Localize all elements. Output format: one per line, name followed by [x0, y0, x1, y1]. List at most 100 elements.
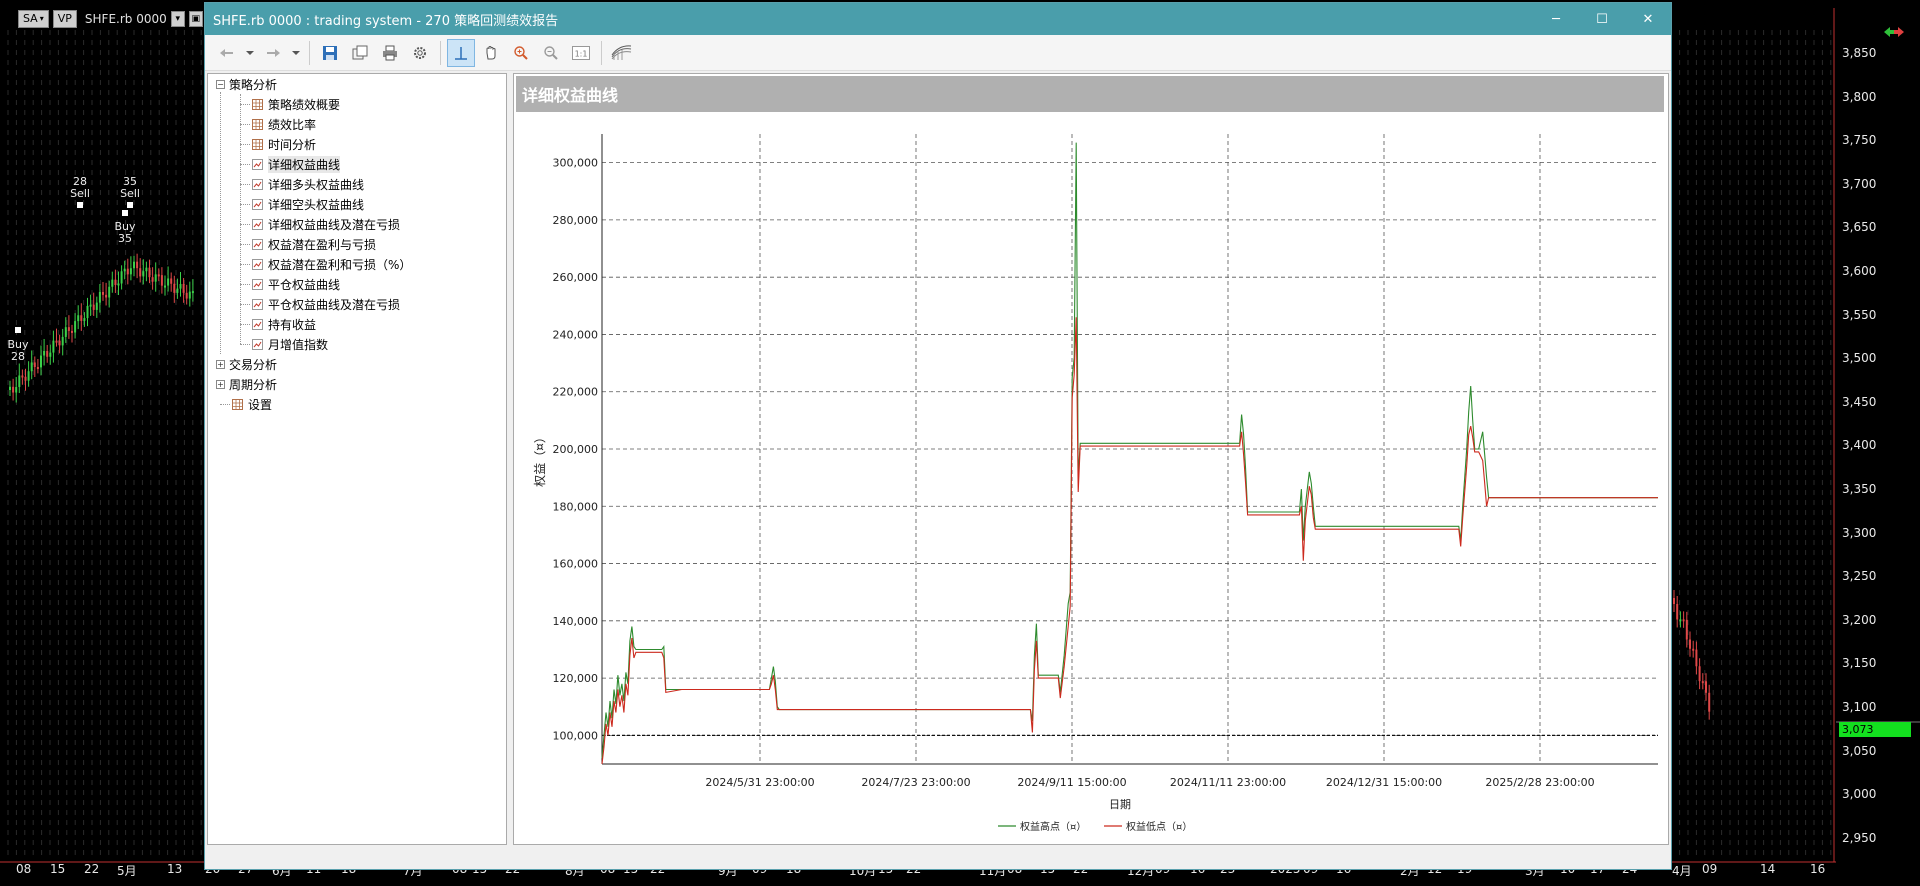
y-tick-label: 220,000	[553, 386, 599, 399]
candle-body	[1695, 649, 1698, 667]
candle-body	[1673, 598, 1675, 604]
indicator-badge-vp[interactable]: VP	[52, 10, 77, 28]
expand-icon[interactable]: +	[216, 379, 225, 389]
forward-icon[interactable]	[259, 39, 287, 67]
candle-body	[170, 278, 173, 284]
candle-body	[117, 283, 120, 286]
candle-body	[142, 271, 145, 277]
frame-icon[interactable]: ▣	[188, 11, 203, 27]
candle-body	[136, 261, 139, 269]
tree-connector	[240, 324, 250, 325]
candle-body	[1698, 666, 1701, 682]
close-button[interactable]: ✕	[1625, 3, 1671, 35]
equity-curve-chart[interactable]: 100,000 120,000 140,000 160,000 180,000 200,0…	[514, 114, 1666, 842]
actual-size-icon[interactable]: 1:1	[567, 39, 595, 67]
arrows-icon[interactable]	[1882, 24, 1906, 40]
maximize-button[interactable]: ☐	[1579, 3, 1625, 35]
settings-gear-icon[interactable]	[406, 39, 434, 67]
copy-icon[interactable]	[346, 39, 374, 67]
tree-item[interactable]: 详细空头权益曲线	[252, 194, 364, 214]
tree-item[interactable]: 平仓权益曲线	[252, 274, 340, 294]
tree-node-trade-analysis[interactable]: + 交易分析	[216, 354, 277, 374]
x-tick-label: 2024/5/31 23:00:00	[705, 776, 814, 789]
y-tick-label: 260,000	[553, 271, 599, 284]
chart-style-icon[interactable]	[608, 39, 636, 67]
candle-body	[58, 340, 61, 346]
y-tick-label: 100,000	[553, 729, 599, 742]
grid-table-icon	[252, 118, 263, 130]
y-tick-label: 180,000	[553, 500, 599, 513]
zoom-in-icon[interactable]	[507, 39, 535, 67]
line-chart-icon	[252, 238, 263, 250]
candle-body	[67, 327, 70, 331]
back-dropdown-icon[interactable]	[243, 39, 257, 67]
trade-marker-label: 28	[11, 350, 25, 363]
background-chart-toolbar: SA ▾ VP SHFE.rb 0000 ▾ ▣	[0, 8, 203, 30]
tree-item[interactable]: 详细权益曲线及潜在亏损	[252, 214, 400, 234]
line-chart-icon	[252, 178, 263, 190]
window-status-strip	[205, 849, 1671, 869]
analysis-tree-panel: − 策略分析 策略绩效概要 绩效比率 时间分析 详细权益曲线 详细多头权益曲线 详细空头权…	[207, 73, 507, 845]
pan-hand-icon[interactable]	[477, 39, 505, 67]
x-axis-label: 日期	[1109, 798, 1131, 811]
candle-body	[151, 277, 154, 282]
tree-node-strategy-analysis[interactable]: − 策略分析	[216, 74, 277, 94]
x-tick-label: 2025/2/28 23:00:00	[1485, 776, 1594, 789]
tree-item[interactable]: 权益潜在盈利与亏损	[252, 234, 376, 254]
candle-body	[24, 376, 27, 381]
forward-dropdown-icon[interactable]	[289, 39, 303, 67]
print-icon[interactable]	[376, 39, 404, 67]
price-tick-label: 3,450	[1842, 394, 1877, 409]
candle-body	[36, 366, 39, 369]
tree-node-period-analysis[interactable]: + 周期分析	[216, 374, 277, 394]
collapse-icon[interactable]: −	[216, 79, 225, 89]
candle-body	[21, 375, 24, 378]
y-tick-label: 280,000	[553, 214, 599, 227]
candle-body	[133, 261, 135, 269]
candle-body	[139, 268, 142, 277]
performance-report-window: SHFE.rb 0000 : trading system - 270 策略回测…	[204, 2, 1672, 870]
tree-node-settings[interactable]: 设置	[232, 394, 272, 414]
window-title-bar[interactable]: SHFE.rb 0000 : trading system - 270 策略回测…	[205, 3, 1671, 35]
back-icon[interactable]	[213, 39, 241, 67]
candle-body	[114, 279, 117, 285]
grid-table-icon	[232, 398, 243, 410]
minimize-button[interactable]: ─	[1533, 3, 1579, 35]
candle-body	[77, 315, 80, 322]
tree-item[interactable]: 详细权益曲线	[252, 154, 341, 174]
trade-marker-dot	[127, 202, 133, 208]
tree-item[interactable]: 权益潜在盈利和亏损（%）	[252, 254, 411, 274]
save-icon[interactable]	[316, 39, 344, 67]
expand-icon[interactable]: +	[216, 359, 225, 369]
indicator-badge-sa[interactable]: SA ▾	[18, 10, 49, 28]
candle-body	[40, 355, 42, 368]
tree-item[interactable]: 绩效比率	[252, 114, 316, 134]
tree-item[interactable]: 月增值指数	[252, 334, 328, 354]
tree-item-label: 详细权益曲线	[268, 155, 341, 173]
date-tick-label: 22	[84, 862, 100, 876]
candle-body	[191, 291, 194, 294]
tree-item[interactable]: 策略绩效概要	[252, 94, 340, 114]
candle-body	[92, 304, 95, 310]
toolbar-separator	[601, 40, 602, 65]
zoom-out-icon[interactable]	[537, 39, 565, 67]
line-chart-icon	[252, 278, 263, 290]
grid-table-icon	[252, 138, 263, 150]
candle-body	[9, 386, 11, 390]
candle-body	[108, 286, 111, 298]
tree-item[interactable]: 详细多头权益曲线	[252, 174, 364, 194]
price-tick-label: 3,100	[1842, 700, 1877, 714]
legend-label: 权益低点（¤）	[1126, 820, 1192, 833]
dropdown-icon[interactable]: ▾	[170, 11, 185, 27]
tree-connector	[240, 144, 250, 145]
tree-item[interactable]: 时间分析	[252, 134, 316, 154]
price-tick-label: 3,500	[1842, 351, 1877, 366]
candle-body	[1682, 619, 1685, 622]
tree-item[interactable]: 平仓权益曲线及潜在亏损	[252, 294, 400, 314]
x-tick-label: 2024/11/11 23:00:00	[1170, 776, 1286, 789]
crosshair-cursor-icon[interactable]	[447, 38, 475, 67]
candle-body	[1679, 619, 1682, 622]
candle-body	[43, 350, 46, 356]
price-tick-label: 3,150	[1842, 656, 1877, 671]
tree-item[interactable]: 持有收益	[252, 314, 316, 334]
